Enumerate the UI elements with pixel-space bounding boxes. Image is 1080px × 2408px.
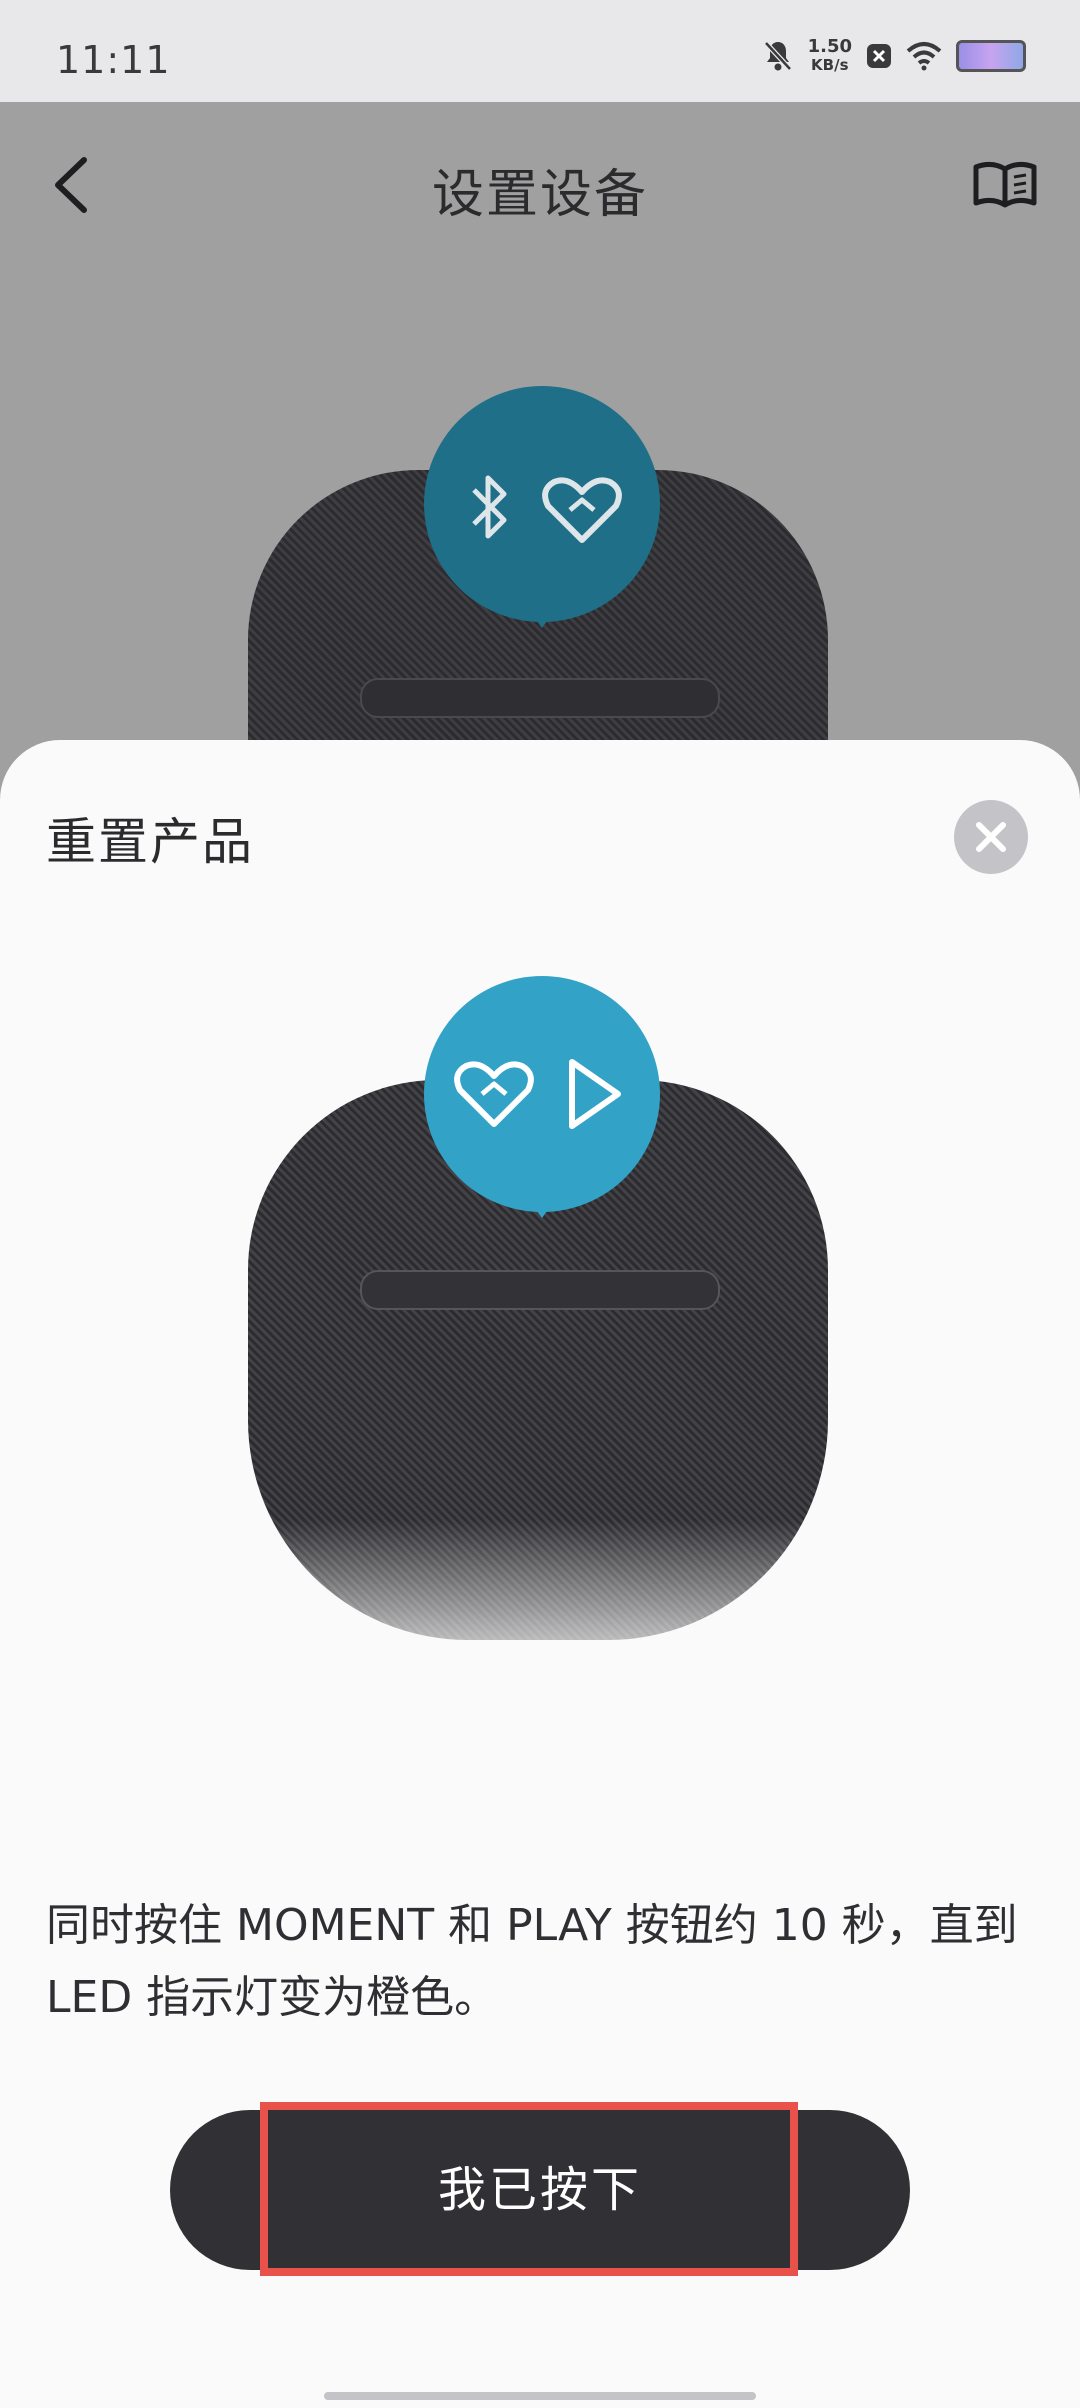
mute-bell-icon	[763, 41, 792, 71]
bluetooth-icon	[472, 475, 507, 539]
heart-icon	[454, 1061, 534, 1127]
play-icon	[569, 1059, 621, 1129]
heart-icon	[542, 477, 622, 543]
network-speed: 1.50 KB/s	[807, 36, 852, 75]
home-indicator[interactable]	[324, 2392, 756, 2400]
status-icons: 1.50 KB/s	[762, 36, 1026, 76]
network-speed-value: 1.50	[807, 36, 852, 57]
speaker-control-strip	[360, 1270, 720, 1310]
background-speaker-control-strip	[360, 678, 720, 718]
reset-product-sheet: 重置产品 同时按住 MOMENT 和 PLAY 按钮约 10 秒，直到 LED …	[0, 740, 1080, 2408]
status-bar: 11:11 1.50 KB/s	[0, 0, 1080, 102]
callout-bubble	[424, 976, 660, 1218]
network-speed-unit: KB/s	[811, 56, 849, 74]
status-time: 11:11	[56, 38, 171, 82]
close-button[interactable]	[954, 800, 1028, 874]
button-highlight-box	[260, 2102, 798, 2276]
close-box-icon	[867, 44, 891, 68]
background-callout-bubble	[424, 386, 660, 628]
close-icon	[976, 822, 1006, 852]
book-icon[interactable]	[970, 155, 1040, 215]
battery-icon	[956, 40, 1026, 72]
reset-instruction: 同时按住 MOMENT 和 PLAY 按钮约 10 秒，直到 LED 指示灯变为…	[46, 1900, 1018, 2023]
sheet-title: 重置产品	[46, 813, 254, 871]
page-title: 设置设备	[431, 165, 648, 225]
wifi-icon	[906, 42, 942, 71]
speaker-fade	[220, 1520, 860, 1740]
